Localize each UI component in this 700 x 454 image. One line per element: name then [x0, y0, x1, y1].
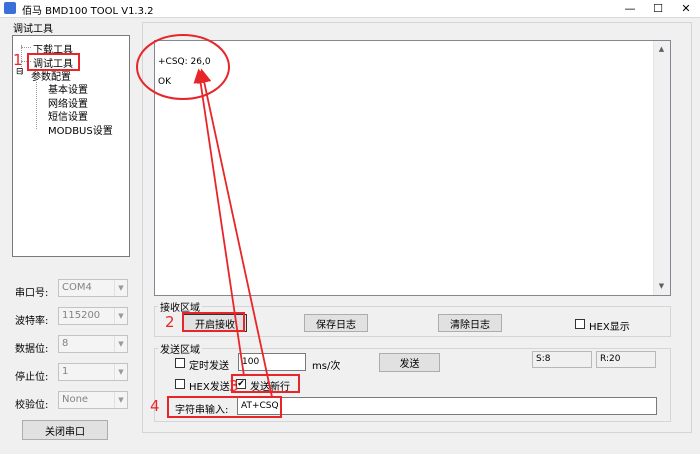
annotation-overlay — [136, 34, 273, 398]
annotation-ellipse — [136, 34, 230, 100]
annotation-arrow — [197, 68, 273, 398]
annotation-arrow — [193, 68, 245, 377]
